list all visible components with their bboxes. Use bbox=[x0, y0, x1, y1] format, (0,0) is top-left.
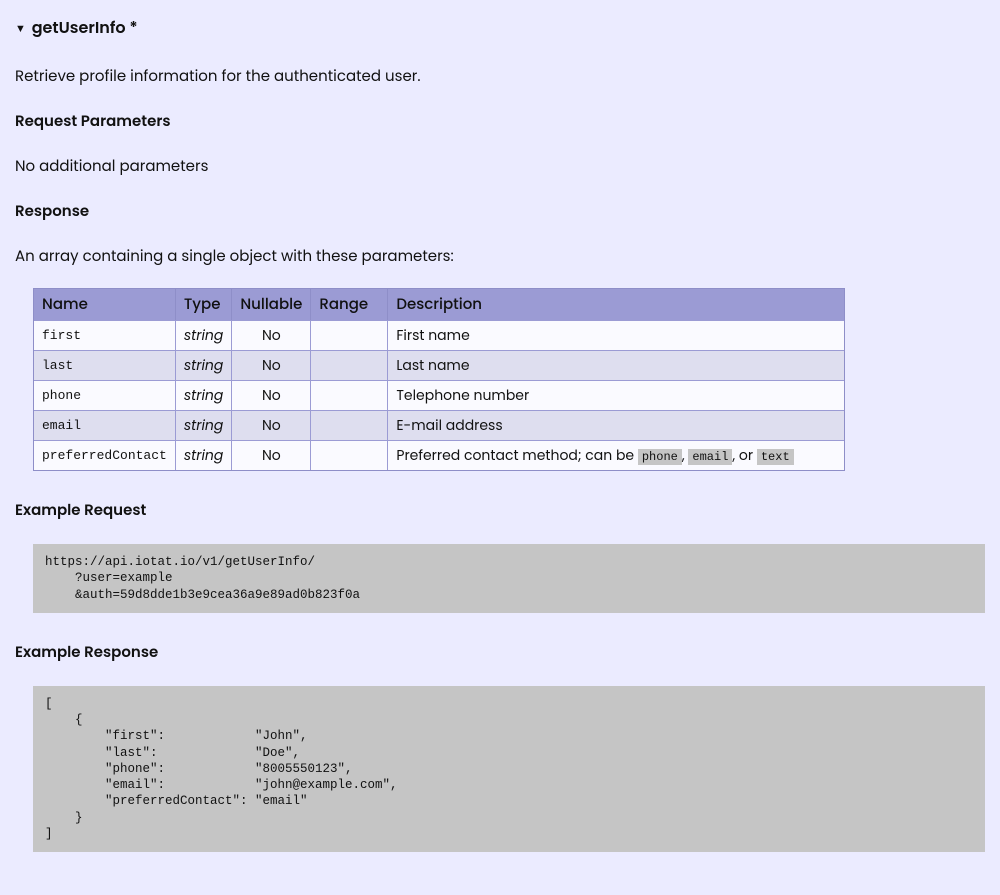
response-params-table: Name Type Nullable Range Description fir… bbox=[33, 288, 845, 471]
table-row: preferredContactstringNo Preferred contac… bbox=[34, 440, 844, 470]
cell-nullable: No bbox=[232, 410, 311, 440]
response-note: An array containing a single object with… bbox=[15, 245, 985, 268]
cell-nullable: No bbox=[232, 320, 311, 350]
example-response-code: [ { "first": "John", "last": "Doe", "pho… bbox=[33, 686, 985, 852]
cell-range bbox=[311, 350, 388, 380]
cell-name: phone bbox=[34, 380, 176, 410]
inline-code: phone bbox=[638, 449, 682, 465]
cell-range bbox=[311, 440, 388, 470]
cell-range bbox=[311, 320, 388, 350]
example-request-code: https://api.iotat.io/v1/getUserInfo/ ?us… bbox=[33, 544, 985, 613]
col-range: Range bbox=[311, 289, 388, 320]
cell-description: Telephone number bbox=[388, 380, 844, 410]
col-name: Name bbox=[34, 289, 176, 320]
request-params-note: No additional parameters bbox=[15, 155, 985, 178]
cell-name: first bbox=[34, 320, 176, 350]
inline-code: text bbox=[757, 449, 794, 465]
response-heading: Response bbox=[15, 200, 985, 223]
method-description: Retrieve profile information for the aut… bbox=[15, 65, 985, 88]
cell-type: string bbox=[176, 350, 233, 380]
col-description: Description bbox=[388, 289, 844, 320]
cell-type: string bbox=[176, 410, 233, 440]
table-row: phonestringNo Telephone number bbox=[34, 380, 844, 410]
example-request-heading: Example Request bbox=[15, 499, 985, 522]
cell-type: string bbox=[176, 320, 233, 350]
cell-type: string bbox=[176, 440, 233, 470]
cell-description: Preferred contact method; can be phone, … bbox=[388, 440, 844, 470]
cell-name: email bbox=[34, 410, 176, 440]
table-row: emailstringNo E-mail address bbox=[34, 410, 844, 440]
table-header-row: Name Type Nullable Range Description bbox=[34, 289, 844, 320]
table-row: firststringNo First name bbox=[34, 320, 844, 350]
cell-nullable: No bbox=[232, 350, 311, 380]
cell-nullable: No bbox=[232, 440, 311, 470]
col-nullable: Nullable bbox=[232, 289, 311, 320]
cell-name: preferredContact bbox=[34, 440, 176, 470]
cell-type: string bbox=[176, 380, 233, 410]
cell-range bbox=[311, 380, 388, 410]
table-row: laststringNo Last name bbox=[34, 350, 844, 380]
cell-range bbox=[311, 410, 388, 440]
method-title-text: getUserInfo * bbox=[32, 16, 138, 39]
col-type: Type bbox=[176, 289, 233, 320]
caret-down-icon: ▼ bbox=[15, 20, 26, 37]
request-params-heading: Request Parameters bbox=[15, 110, 985, 133]
example-response-heading: Example Response bbox=[15, 641, 985, 664]
cell-name: last bbox=[34, 350, 176, 380]
inline-code: email bbox=[688, 449, 732, 465]
method-header[interactable]: ▼ getUserInfo * bbox=[15, 15, 985, 40]
cell-description: First name bbox=[388, 320, 844, 350]
cell-description: Last name bbox=[388, 350, 844, 380]
cell-nullable: No bbox=[232, 380, 311, 410]
cell-description: E-mail address bbox=[388, 410, 844, 440]
